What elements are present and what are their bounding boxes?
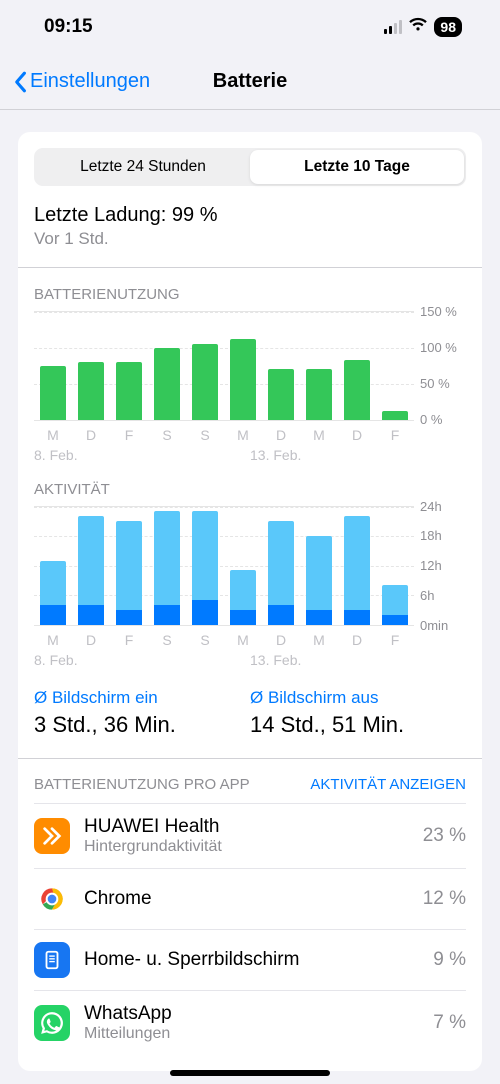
averages: Ø Bildschirm ein 3 Std., 36 Min. Ø Bilds… xyxy=(34,688,466,738)
battery-usage-chart[interactable]: 150 %100 %50 %0 % xyxy=(34,311,466,421)
activity-label: AKTIVITÄT xyxy=(34,481,466,498)
last-charge-title: Letzte Ladung: 99 % xyxy=(34,204,466,227)
navigation-bar: Einstellungen Batterie xyxy=(0,54,500,110)
time-range-segmented: Letzte 24 Stunden Letzte 10 Tage xyxy=(34,148,466,186)
huawei-health-icon xyxy=(34,818,70,854)
whatsapp-icon xyxy=(34,1005,70,1041)
back-label: Einstellungen xyxy=(30,70,150,93)
battery-card: Letzte 24 Stunden Letzte 10 Tage Letzte … xyxy=(18,132,482,1071)
avg-screen-on: Ø Bildschirm ein 3 Std., 36 Min. xyxy=(34,688,250,738)
tab-10d[interactable]: Letzte 10 Tage xyxy=(250,150,464,184)
app-row-home-lockscreen[interactable]: Home- u. Sperrbildschirm 9 % xyxy=(34,929,466,990)
status-time: 09:15 xyxy=(44,16,93,38)
app-row-huawei-health[interactable]: HUAWEI Health Hintergrundaktivität 23 % xyxy=(34,803,466,868)
x-date-mid-2: 13. Feb. xyxy=(250,652,301,668)
x-date-mid: 13. Feb. xyxy=(250,447,301,463)
app-row-whatsapp[interactable]: WhatsApp Mitteilungen 7 % xyxy=(34,990,466,1055)
last-charge: Letzte Ladung: 99 % Vor 1 Std. xyxy=(34,204,466,249)
tab-24h[interactable]: Letzte 24 Stunden xyxy=(36,150,250,184)
x-date-start: 8. Feb. xyxy=(34,447,250,463)
battery-level-badge: 98 xyxy=(434,17,462,37)
back-button[interactable]: Einstellungen xyxy=(12,70,150,93)
page-title: Batterie xyxy=(213,70,287,93)
show-activity-button[interactable]: AKTIVITÄT ANZEIGEN xyxy=(310,776,466,793)
battery-usage-label: BATTERIENUTZUNG xyxy=(34,286,466,303)
home-indicator[interactable] xyxy=(170,1070,330,1076)
app-row-chrome[interactable]: Chrome 12 % xyxy=(34,868,466,929)
status-bar: 09:15 98 xyxy=(0,0,500,54)
cellular-signal-icon xyxy=(384,20,402,34)
perapp-header: BATTERIENUTZUNG PRO APP AKTIVITÄT ANZEIG… xyxy=(34,776,466,793)
activity-chart[interactable]: 24h18h12h6h0min xyxy=(34,506,466,626)
chevron-left-icon xyxy=(12,71,28,93)
x-date-start-2: 8. Feb. xyxy=(34,652,250,668)
status-indicators: 98 xyxy=(384,16,462,38)
home-lockscreen-icon xyxy=(34,942,70,978)
wifi-icon xyxy=(408,16,428,38)
avg-screen-off: Ø Bildschirm aus 14 Std., 51 Min. xyxy=(250,688,466,738)
last-charge-time: Vor 1 Std. xyxy=(34,229,466,249)
chrome-icon xyxy=(34,881,70,917)
perapp-title: BATTERIENUTZUNG PRO APP xyxy=(34,776,250,793)
